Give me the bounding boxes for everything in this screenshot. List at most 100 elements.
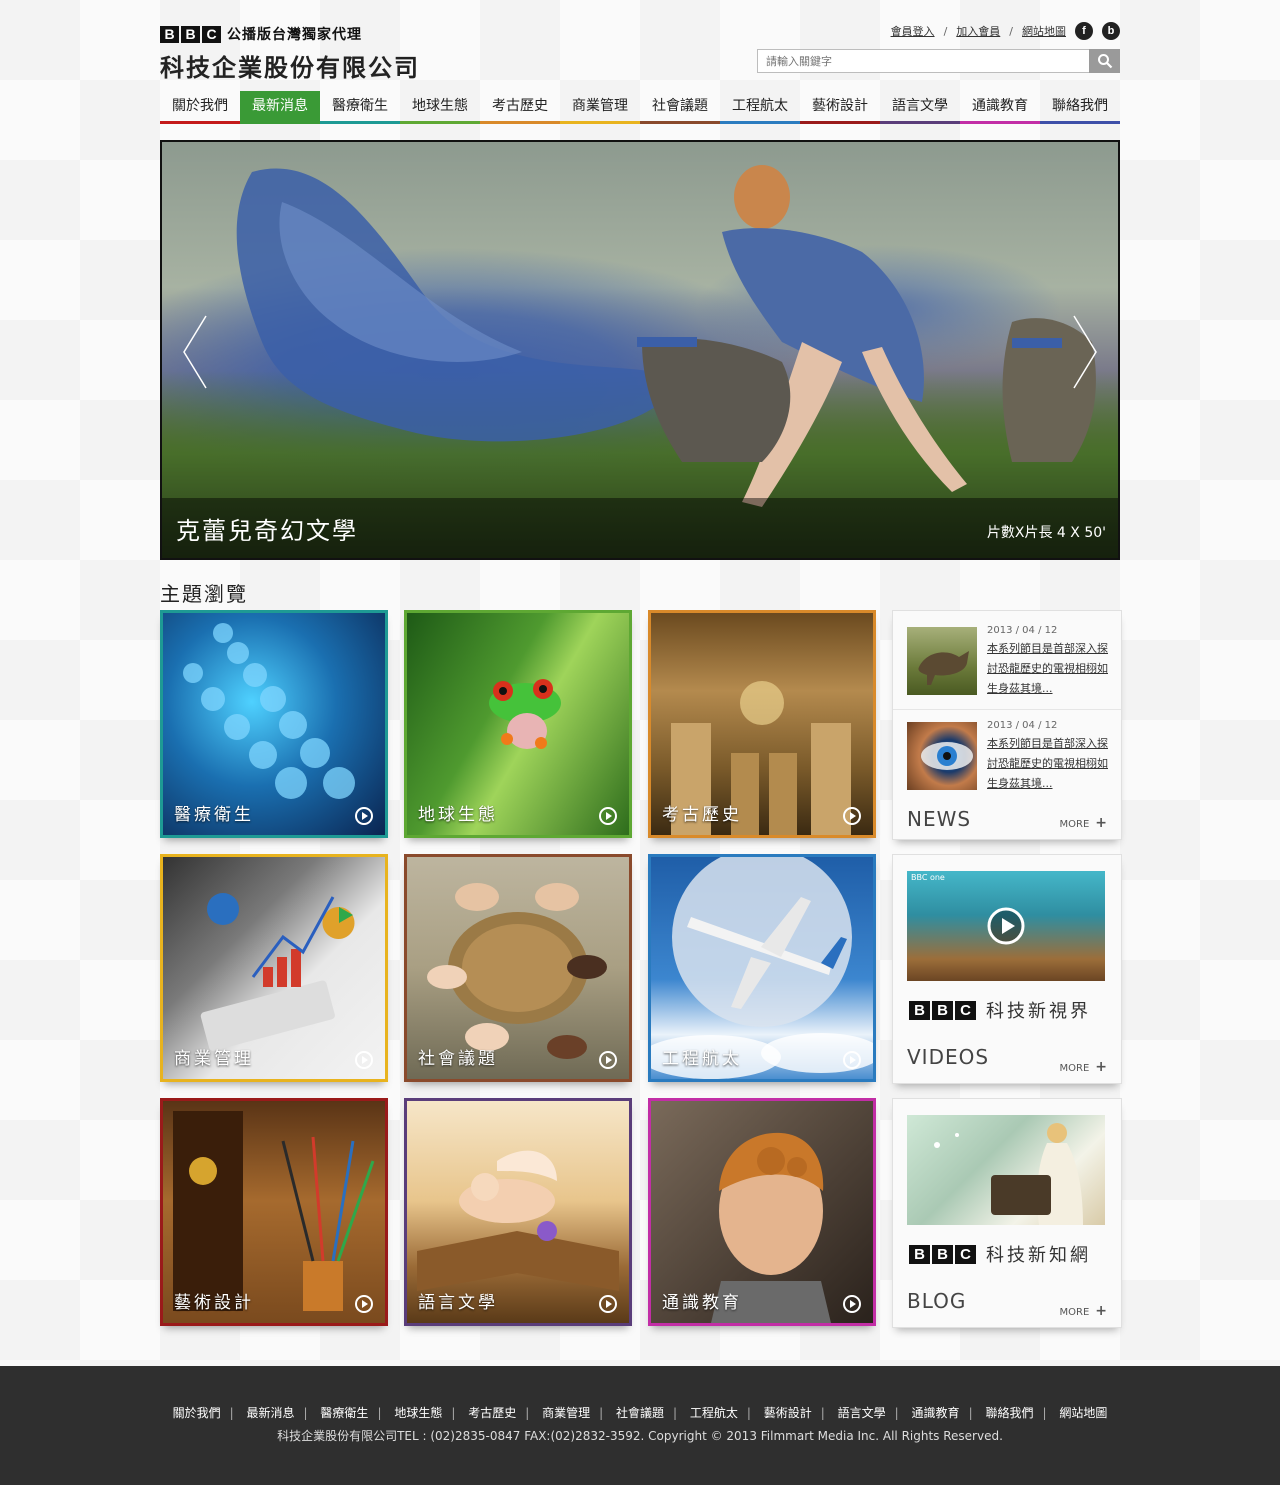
search-icon <box>1097 54 1112 69</box>
footer: 關於我們 | 最新消息 | 醫療衛生 | 地球生態 | 考古歷史 | 商業管理 | 社會議題… <box>0 1366 1280 1485</box>
nav-item-ecology[interactable]: 地球生態 <box>400 91 480 124</box>
tile-ecology[interactable]: 地球生態 <box>404 610 632 838</box>
login-link[interactable]: 會員登入 <box>891 23 935 39</box>
divider <box>893 709 1121 710</box>
sitemap-link[interactable]: 網站地圖 <box>1022 23 1066 39</box>
tile-society[interactable]: 社會議題 <box>404 854 632 1082</box>
next-arrow-icon[interactable] <box>1070 312 1100 392</box>
video-thumbnail[interactable]: BBC one <box>907 871 1105 981</box>
videos-more-link[interactable]: MORE + <box>1060 1059 1108 1075</box>
section-title: 主題瀏覽 <box>160 582 248 606</box>
copyright: 科技企業股份有限公司TEL : (02)2835-0847 FAX:(02)28… <box>277 1429 1003 1443</box>
nav-item-art[interactable]: 藝術設計 <box>800 91 880 124</box>
hero-slider[interactable]: 克蕾兒奇幻文學 片數X片長 4 X 50' <box>160 140 1120 560</box>
site-logo[interactable]: B B C 公播版台灣獨家代理 科技企業股份有限公司 <box>160 24 420 83</box>
blog-panel: B B C 科技新知網 BLOG MORE + <box>892 1098 1122 1328</box>
tile-literature[interactable]: 語言文學 <box>404 1098 632 1326</box>
footer-link[interactable]: 關於我們 <box>173 1406 221 1420</box>
footer-link[interactable]: 地球生態 <box>394 1406 442 1420</box>
blog-more-link[interactable]: MORE + <box>1060 1303 1108 1319</box>
news-item[interactable]: 2013 / 04 / 12 本系列節目是首部深入探討恐龍歷史的電視相栩如生身茲… <box>907 625 1109 699</box>
bbc-logo: B B C <box>160 25 221 43</box>
tile-label: 商業管理 <box>174 1049 254 1069</box>
news-text[interactable]: 本系列節目是首部深入探討恐龍歷史的電視相栩如生身茲其境... <box>987 639 1109 699</box>
tile-medical[interactable]: 醫療衛生 <box>160 610 388 838</box>
footer-link[interactable]: 商業管理 <box>542 1406 590 1420</box>
play-icon[interactable] <box>986 906 1026 946</box>
nav-item-literature[interactable]: 語言文學 <box>880 91 960 124</box>
search-button[interactable] <box>1089 49 1120 73</box>
bbc-letter: B <box>909 1244 930 1264</box>
play-icon[interactable] <box>843 1051 861 1069</box>
company-name: 科技企業股份有限公司 <box>160 54 420 82</box>
play-icon[interactable] <box>599 1051 617 1069</box>
play-icon[interactable] <box>843 1295 861 1313</box>
girl-chest-image <box>934 1123 1083 1225</box>
tile-label: 考古歷史 <box>662 805 742 825</box>
footer-link[interactable]: 考古歷史 <box>468 1406 516 1420</box>
nav-item-society[interactable]: 社會議題 <box>640 91 720 124</box>
play-icon[interactable] <box>355 807 373 825</box>
bbc-letter: C <box>955 1244 976 1264</box>
blog-thumbnail[interactable] <box>907 1115 1105 1225</box>
tile-label: 社會議題 <box>418 1049 498 1069</box>
search-bar <box>757 49 1120 73</box>
nav-item-business[interactable]: 商業管理 <box>560 91 640 124</box>
tile-label: 藝術設計 <box>174 1293 254 1313</box>
footer-link[interactable]: 最新消息 <box>247 1406 295 1420</box>
videos-panel: BBC one B B C 科技新視界 VIDEOS MORE + <box>892 854 1122 1084</box>
blog-brand: B B C 科技新知網 <box>909 1241 1091 1267</box>
blogger-icon[interactable]: b <box>1102 22 1120 40</box>
bbc-letter: C <box>202 25 221 43</box>
play-icon[interactable] <box>355 1295 373 1313</box>
facebook-icon[interactable]: f <box>1075 22 1093 40</box>
footer-link[interactable]: 網站地圖 <box>1059 1406 1107 1420</box>
nav-item-education[interactable]: 通識教育 <box>960 91 1040 124</box>
nav-item-history[interactable]: 考古歷史 <box>480 91 560 124</box>
plus-icon: + <box>1095 1059 1107 1075</box>
register-link[interactable]: 加入會員 <box>956 23 1000 39</box>
plus-icon: + <box>1095 815 1107 831</box>
blog-heading: BLOG <box>907 1289 967 1313</box>
hero-title[interactable]: 克蕾兒奇幻文學 <box>176 511 358 546</box>
bbc-letter: B <box>909 1000 930 1020</box>
footer-link[interactable]: 醫療衛生 <box>320 1406 368 1420</box>
footer-link[interactable]: 社會議題 <box>616 1406 664 1420</box>
footer-link[interactable]: 藝術設計 <box>764 1406 812 1420</box>
play-icon[interactable] <box>599 1295 617 1313</box>
main-nav: 關於我們 最新消息 醫療衛生 地球生態 考古歷史 商業管理 社會議題 工程航太 … <box>160 91 1120 124</box>
tile-history[interactable]: 考古歷史 <box>648 610 876 838</box>
news-heading: NEWS <box>907 807 972 831</box>
bbc-letter: B <box>932 1244 953 1264</box>
news-more-link[interactable]: MORE + <box>1060 815 1108 831</box>
footer-link[interactable]: 通識教育 <box>912 1406 960 1420</box>
nav-item-news[interactable]: 最新消息 <box>240 91 320 124</box>
tile-label: 工程航太 <box>662 1049 742 1069</box>
divider: / <box>943 24 948 38</box>
top-links: 會員登入 / 加入會員 / 網站地圖 f b <box>891 22 1120 40</box>
videos-heading: VIDEOS <box>907 1045 990 1069</box>
footer-link[interactable]: 語言文學 <box>838 1406 886 1420</box>
nav-item-contact[interactable]: 聯絡我們 <box>1040 91 1120 124</box>
footer-link[interactable]: 工程航太 <box>690 1406 738 1420</box>
nav-item-engineering[interactable]: 工程航太 <box>720 91 800 124</box>
tile-label: 語言文學 <box>418 1293 498 1313</box>
news-text[interactable]: 本系列節目是首部深入探討恐龍歷史的電視相栩如生身茲其境... <box>987 734 1109 794</box>
tile-art[interactable]: 藝術設計 <box>160 1098 388 1326</box>
search-input[interactable] <box>757 49 1089 73</box>
nav-item-about[interactable]: 關於我們 <box>160 91 240 124</box>
play-icon[interactable] <box>843 807 861 825</box>
play-icon[interactable] <box>355 1051 373 1069</box>
footer-link[interactable]: 聯絡我們 <box>985 1406 1033 1420</box>
nav-item-medical[interactable]: 醫療衛生 <box>320 91 400 124</box>
tile-engineering[interactable]: 工程航太 <box>648 854 876 1082</box>
tile-education[interactable]: 通識教育 <box>648 1098 876 1326</box>
tile-label: 通識教育 <box>662 1293 742 1313</box>
tile-label: 地球生態 <box>418 805 498 825</box>
play-icon[interactable] <box>599 807 617 825</box>
blog-brand-name: 科技新知網 <box>986 1245 1091 1266</box>
tile-business[interactable]: 商業管理 <box>160 854 388 1082</box>
prev-arrow-icon[interactable] <box>180 312 210 392</box>
news-item[interactable]: 2013 / 04 / 12 本系列節目是首部深入探討恐龍歷史的電視相栩如生身茲… <box>907 720 1109 794</box>
channel-badge: BBC one <box>911 873 945 882</box>
